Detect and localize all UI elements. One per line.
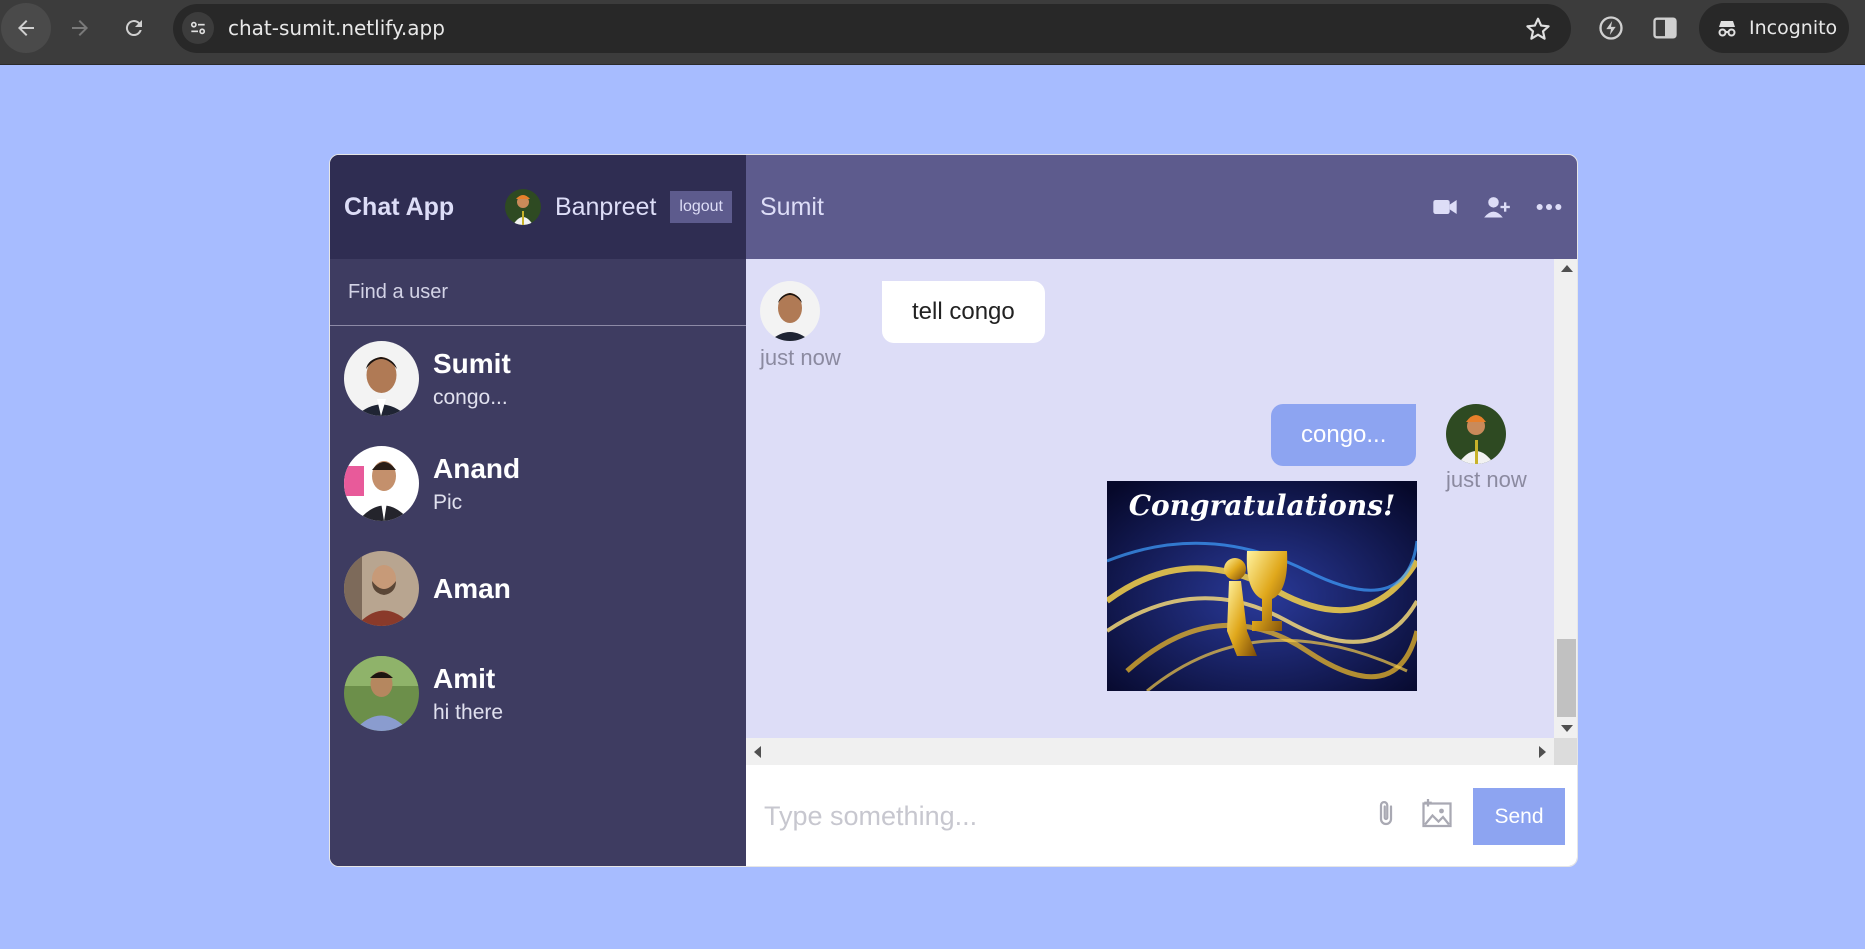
composer-tools: Send [1371, 788, 1565, 845]
chat-panel: Sumit just now tell congo congo... just … [746, 155, 1577, 866]
avatar [344, 656, 419, 731]
chat-user-name: Aman [433, 572, 511, 604]
side-panel-icon[interactable] [1651, 14, 1679, 42]
add-user-icon[interactable] [1481, 191, 1513, 223]
attach-file-icon[interactable] [1371, 799, 1401, 834]
browser-toolbar: chat-sumit.netlify.app Incognito [0, 0, 1865, 65]
chat-info: Sumit congo... [433, 348, 511, 410]
chat-last-message: hi there [433, 700, 504, 724]
scroll-left-arrow-icon[interactable] [754, 746, 761, 758]
bookmark-star-icon[interactable] [1525, 16, 1551, 42]
app-logo: Chat App [344, 192, 455, 221]
video-camera-icon[interactable] [1429, 191, 1461, 223]
current-user-avatar [504, 189, 541, 225]
scrollbar-corner [1554, 738, 1577, 765]
site-settings-icon[interactable] [182, 12, 214, 44]
message-sender-avatar [1446, 404, 1506, 464]
message-composer: Send [746, 765, 1577, 866]
message-sender-avatar [760, 281, 820, 341]
chat-user-name: Amit [433, 662, 496, 694]
chat-list-item-anand[interactable]: Anand Pic [330, 431, 746, 536]
chat-user-name: Sumit [433, 347, 511, 379]
current-user-name: Banpreet [554, 192, 657, 221]
incognito-indicator[interactable]: Incognito [1699, 3, 1849, 53]
back-arrow-icon [18, 20, 34, 36]
sidebar-navbar: Chat App Banpreet logout [330, 155, 746, 259]
url-text: chat-sumit.netlify.app [228, 16, 445, 40]
reload-icon [125, 20, 142, 37]
message-time: just now [1446, 467, 1527, 492]
address-bar[interactable]: chat-sumit.netlify.app [173, 4, 1571, 53]
chat-actions [1429, 191, 1565, 223]
vertical-scrollbar[interactable] [1554, 259, 1577, 738]
current-user: Banpreet logout [504, 189, 732, 225]
incognito-icon [1718, 21, 1736, 37]
chat-info: Anand Pic [433, 453, 520, 515]
chat-title: Sumit [760, 192, 824, 221]
find-user-input[interactable] [348, 280, 728, 304]
scrollbar-thumb[interactable] [1557, 639, 1576, 717]
chat-list-item-aman[interactable]: Aman [330, 536, 746, 641]
messages-scroll-area[interactable]: just now tell congo congo... just now Co… [746, 259, 1577, 765]
user-search [330, 259, 746, 326]
scroll-up-arrow-icon[interactable] [1561, 265, 1573, 272]
chat-last-message: congo... [433, 385, 508, 409]
chat-user-name: Anand [433, 452, 521, 484]
scroll-down-arrow-icon[interactable] [1561, 725, 1573, 732]
congratulations-caption: Congratulations! [1129, 489, 1396, 522]
avatar [344, 551, 419, 626]
scroll-right-arrow-icon[interactable] [1539, 746, 1546, 758]
incognito-label: Incognito [1749, 17, 1838, 39]
message-image[interactable]: Congratulations! [1107, 481, 1417, 691]
message-bubble-outgoing: congo... [1271, 404, 1417, 466]
chat-info: Amit hi there [433, 663, 503, 725]
chat-list-item-sumit[interactable]: Sumit congo... [330, 326, 746, 431]
message-time: just now [760, 345, 841, 370]
back-button[interactable] [1, 3, 51, 53]
attach-image-icon[interactable] [1419, 796, 1455, 837]
message-input[interactable] [764, 801, 1364, 832]
chat-app-container: Chat App Banpreet logout Sumit congo... [329, 154, 1578, 867]
chat-list-item-amit[interactable]: Amit hi there [330, 641, 746, 746]
avatar [344, 446, 419, 521]
sidebar: Chat App Banpreet logout Sumit congo... [330, 155, 746, 866]
chat-info: Aman [433, 573, 511, 605]
messages-list: just now tell congo congo... just now Co… [746, 259, 1554, 738]
performance-icon[interactable] [1597, 14, 1625, 42]
horizontal-scrollbar[interactable] [746, 738, 1554, 765]
reload-button[interactable] [109, 3, 159, 53]
logout-button[interactable]: logout [670, 191, 732, 223]
send-button[interactable]: Send [1473, 788, 1565, 845]
chat-last-message: Pic [433, 490, 463, 514]
message-bubble-incoming: tell congo [882, 281, 1045, 343]
chat-header: Sumit [746, 155, 1577, 259]
more-icon[interactable] [1533, 191, 1565, 223]
avatar [344, 341, 419, 416]
forward-arrow-icon [72, 20, 88, 36]
forward-button[interactable] [55, 3, 105, 53]
